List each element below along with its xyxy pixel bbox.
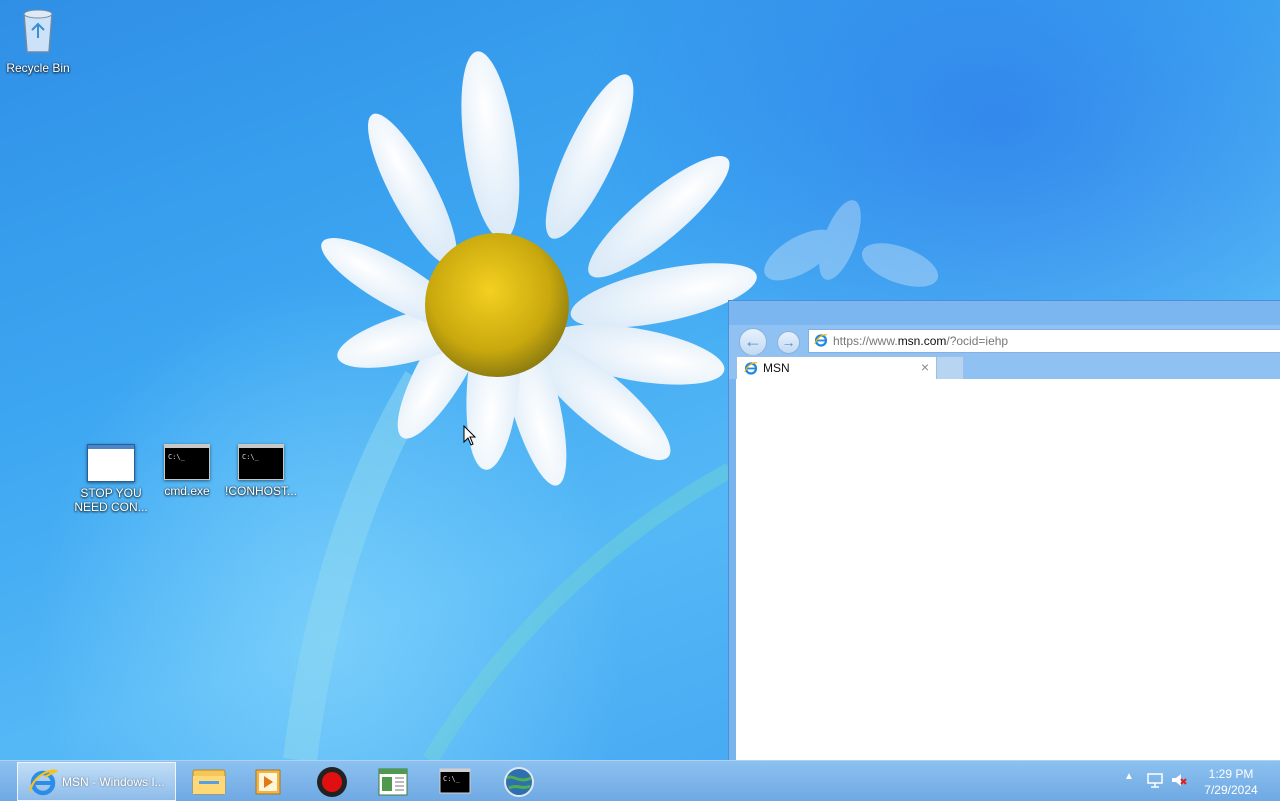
media-player-button[interactable] xyxy=(246,764,290,798)
record-icon xyxy=(317,767,347,797)
media-player-icon xyxy=(255,769,281,795)
internet-explorer-window[interactable]: ← → https://www.msn.com/?ocid=iehp MSN × xyxy=(728,300,1280,761)
mouse-cursor-icon xyxy=(463,425,477,446)
window-titlebar[interactable] xyxy=(729,301,1280,325)
page-content[interactable] xyxy=(736,379,1280,761)
notepad-button[interactable] xyxy=(371,764,415,798)
navigation-bar: ← → https://www.msn.com/?ocid=iehp xyxy=(729,325,1280,356)
address-bar[interactable]: https://www.msn.com/?ocid=iehp xyxy=(808,329,1280,353)
close-tab-button[interactable]: × xyxy=(918,359,932,375)
stop-you-need-con-label: STOP YOU NEED CON... xyxy=(74,486,148,514)
network-status-icon[interactable] xyxy=(1146,771,1164,789)
notepad-icon xyxy=(378,768,408,796)
cmd-exe-label: cmd.exe xyxy=(164,484,210,498)
back-button[interactable]: ← xyxy=(739,328,767,356)
command-prompt-icon: C:\_ xyxy=(164,444,210,480)
new-tab-button[interactable] xyxy=(936,356,964,379)
command-prompt-icon: C:\_ xyxy=(439,768,471,794)
show-hidden-icons-button[interactable]: ▲ xyxy=(1124,771,1134,782)
cmd-exe-shortcut[interactable]: C:\_ cmd.exe xyxy=(149,444,225,498)
stop-you-need-con-shortcut[interactable]: STOP YOU NEED CON... xyxy=(73,444,149,514)
file-explorer-button[interactable] xyxy=(187,764,231,798)
address-url: https://www.msn.com/?ocid=iehp xyxy=(833,334,1009,348)
recorder-button[interactable] xyxy=(310,764,354,798)
recycle-bin-shortcut[interactable]: Recycle Bin xyxy=(0,6,76,75)
file-explorer-icon xyxy=(192,769,226,795)
network-globe-icon xyxy=(504,767,534,797)
window-file-icon xyxy=(87,444,135,482)
taskbar-active-label: MSN - Windows I... xyxy=(62,775,165,789)
svg-text:C:\_: C:\_ xyxy=(443,775,461,783)
taskbar-ie-msn-button[interactable]: MSN - Windows I... xyxy=(17,762,176,801)
conhost-label: !CONHOST... xyxy=(224,484,297,498)
internet-explorer-icon xyxy=(28,769,58,796)
taskbar: MSN - Windows I... C:\_ ▲ 1:29 PM 7/29/2… xyxy=(0,760,1280,801)
ie-tab-icon xyxy=(744,362,758,375)
recycle-bin-label: Recycle Bin xyxy=(6,61,70,75)
recycle-bin-icon xyxy=(23,9,53,53)
clock-date: 7/29/2024 xyxy=(1204,783,1258,797)
volume-muted-icon[interactable] xyxy=(1170,771,1188,789)
conhost-shortcut[interactable]: C:\_ !CONHOST... xyxy=(223,444,299,498)
ie-page-icon xyxy=(814,334,828,347)
tab-msn[interactable]: MSN × xyxy=(736,356,937,379)
tab-title: MSN xyxy=(763,361,790,375)
forward-button[interactable]: → xyxy=(777,331,800,354)
network-globe-button[interactable] xyxy=(497,764,541,798)
clock-time: 1:29 PM xyxy=(1208,767,1254,781)
command-prompt-button[interactable]: C:\_ xyxy=(433,764,477,798)
tab-row: MSN × xyxy=(729,355,1280,379)
system-clock[interactable]: 1:29 PM 7/29/2024 xyxy=(1196,766,1266,798)
command-prompt-icon: C:\_ xyxy=(238,444,284,480)
